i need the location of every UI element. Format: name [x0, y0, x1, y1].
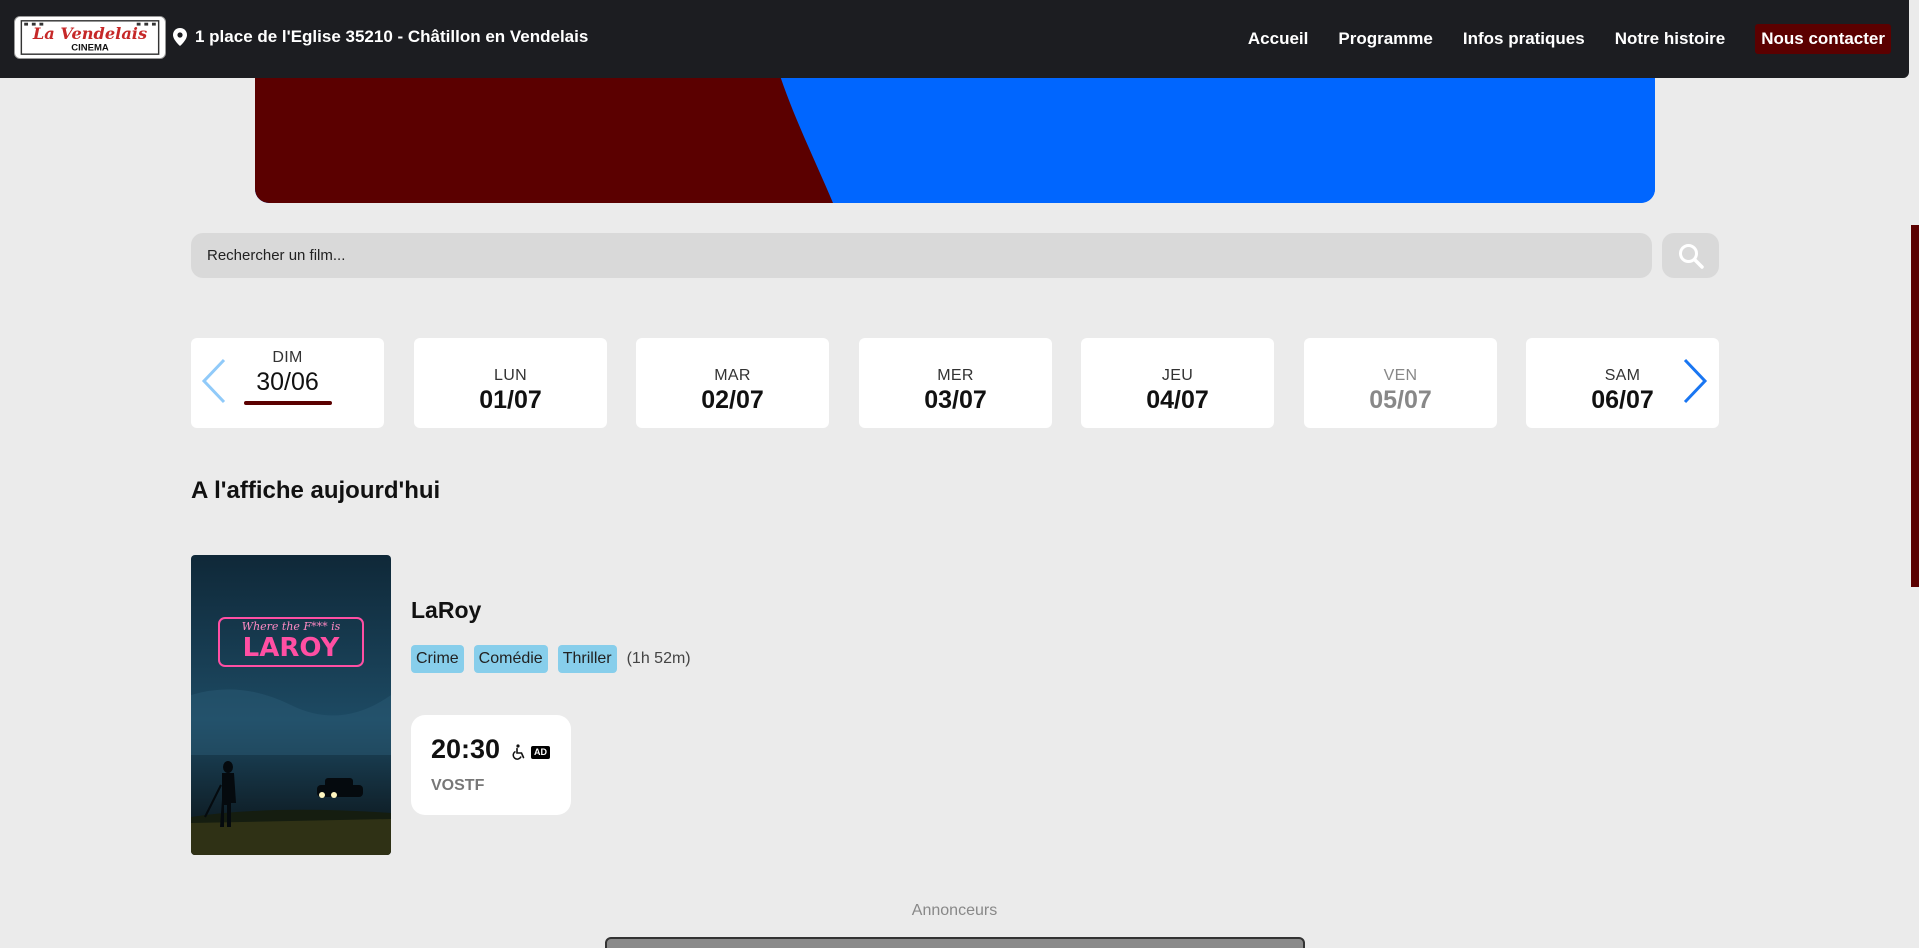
cinema-logo[interactable]: La Vendelais CINEMA [14, 16, 166, 59]
genre-tags: Crime Comédie Thriller (1h 52m) [411, 645, 691, 673]
date-tab-mon[interactable]: LUN 01/07 [414, 338, 607, 428]
genre-tag: Thriller [557, 645, 617, 673]
scroll-indicator[interactable] [1911, 225, 1919, 587]
cinema-address: 1 place de l'Eglise 35210 - Châtillon en… [173, 27, 588, 47]
showtime-button[interactable]: 20:30 AD VOSTF [411, 715, 571, 815]
nav-nous-contacter-button[interactable]: Nous contacter [1755, 24, 1891, 54]
date-tab-tue[interactable]: MAR 02/07 [636, 338, 829, 428]
accessibility-icons: AD [511, 744, 550, 760]
genre-tag: Comédie [473, 645, 548, 673]
top-navbar: La Vendelais CINEMA 1 place de l'Eglise … [0, 0, 1909, 78]
movie-duration: (1h 52m) [626, 650, 691, 667]
day-date: 01/07 [479, 386, 542, 414]
day-date: 03/07 [924, 386, 987, 414]
hero-banner [255, 60, 1655, 203]
wheelchair-icon [512, 744, 525, 760]
date-tab-fri: VEN 05/07 [1304, 338, 1497, 428]
map-pin-icon [173, 28, 187, 46]
day-date: 05/07 [1369, 386, 1432, 414]
day-name: JEU [1161, 367, 1194, 384]
date-tab-wed[interactable]: MER 03/07 [859, 338, 1052, 428]
main-nav: Accueil Programme Infos pratiques Notre … [1248, 24, 1891, 54]
selected-underline [243, 401, 332, 405]
poster-tagline: Where the F*** is [242, 620, 341, 633]
chevron-right-icon[interactable] [1681, 356, 1709, 406]
showtime-time: 20:30 [431, 734, 501, 764]
genre-tag: Crime [411, 645, 464, 673]
nav-accueil[interactable]: Accueil [1248, 29, 1308, 49]
audio-description-icon: AD [531, 745, 550, 759]
advertisers-label: Annonceurs [911, 902, 998, 919]
chevron-left-icon[interactable] [200, 356, 228, 406]
address-text: 1 place de l'Eglise 35210 - Châtillon en… [195, 27, 589, 46]
logo-text-top: La Vendelais [32, 24, 147, 43]
nav-programme[interactable]: Programme [1338, 29, 1432, 49]
day-name: VEN [1383, 367, 1418, 384]
day-name: LUN [494, 367, 527, 384]
showtime-version: VOSTF [431, 777, 485, 794]
nav-notre-histoire[interactable]: Notre histoire [1615, 29, 1726, 49]
search-input[interactable] [191, 233, 1652, 278]
poster-title: LAROY [243, 633, 341, 663]
day-name: MER [937, 367, 974, 384]
movie-title[interactable]: LaRoy [411, 597, 481, 624]
section-title: A l'affiche aujourd'hui [191, 477, 441, 504]
day-name: MAR [714, 367, 751, 384]
movie-poster[interactable]: Where the F*** is LAROY [191, 555, 391, 855]
nav-infos-pratiques[interactable]: Infos pratiques [1463, 29, 1585, 49]
advertiser-banner[interactable] [605, 937, 1305, 948]
date-tab-thu[interactable]: JEU 04/07 [1081, 338, 1274, 428]
logo-text-bottom: CINEMA [71, 42, 109, 53]
day-date: 02/07 [701, 386, 764, 414]
day-date: 04/07 [1146, 386, 1209, 414]
search-button[interactable] [1662, 233, 1719, 278]
search-icon [1678, 243, 1704, 269]
